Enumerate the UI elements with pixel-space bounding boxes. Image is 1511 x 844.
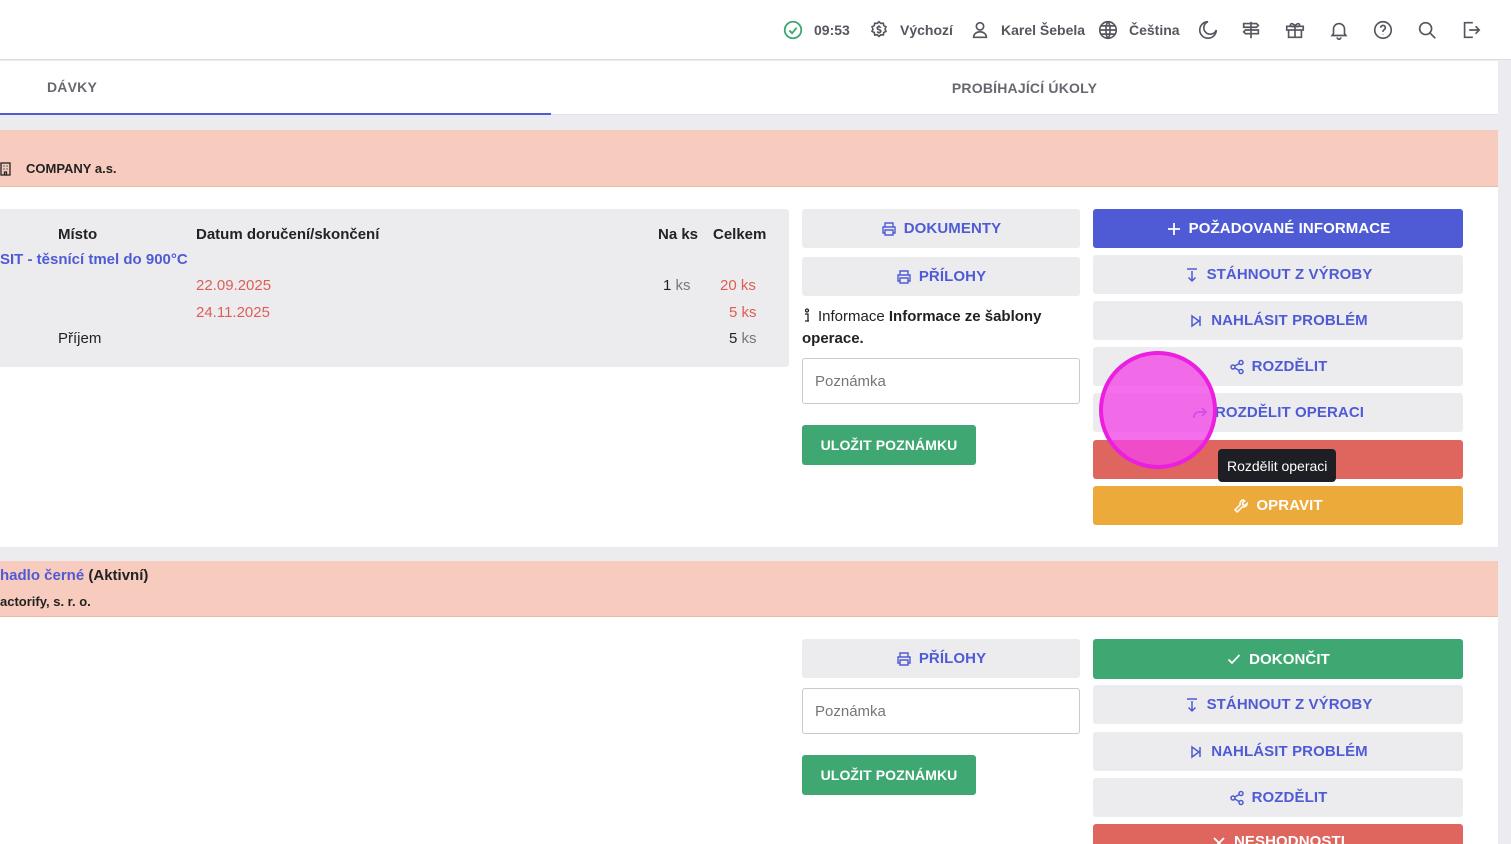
batch-card: hadlo černé (Aktivní) actorify, s. r. o.…	[0, 561, 1498, 844]
report-problem-button[interactable]: NAHLÁSIT PROBLÉM	[1093, 732, 1463, 771]
dark-mode-toggle[interactable]	[1197, 18, 1219, 42]
note-input[interactable]	[802, 358, 1080, 404]
column-header-place: Místo	[58, 226, 98, 243]
bell-icon	[1330, 22, 1348, 40]
company-info: COMPANY a.s.	[0, 161, 117, 176]
pull-from-production-button[interactable]: STÁHNOUT Z VÝROBY	[1093, 685, 1463, 724]
finish-button[interactable]: DOKONČIT	[1093, 639, 1463, 679]
discrepancies-button[interactable]: NESHODNOSTI	[1093, 824, 1463, 844]
note-input[interactable]	[802, 688, 1080, 734]
check-icon	[1227, 654, 1241, 665]
language-label: Čeština	[1129, 22, 1180, 38]
place-value: Příjem	[58, 330, 102, 347]
help-icon	[1373, 20, 1393, 40]
attachments-button[interactable]: PŘÍLOHY	[802, 257, 1080, 296]
batch-card-header: COMPANY a.s.	[0, 130, 1498, 187]
delivery-date: 22.09.2025	[196, 277, 272, 294]
tab-running-tasks-label: PROBÍHAJÍCÍ ÚKOLY	[951, 80, 1098, 96]
signpost-icon	[1242, 21, 1260, 39]
documents-button[interactable]: DOKUMENTY	[802, 209, 1080, 248]
company-name: actorify, s. r. o.	[0, 594, 91, 609]
globe-icon	[1098, 20, 1118, 40]
column-header-per-piece: Na ks	[658, 226, 699, 243]
currency-selector[interactable]: Výchozí	[868, 18, 953, 42]
info-icon	[804, 308, 810, 322]
required-info-button[interactable]: POŽADOVANÉ INFORMACE	[1093, 209, 1463, 248]
fix-button[interactable]: OPRAVIT	[1093, 486, 1463, 525]
share-icon	[1229, 790, 1244, 805]
clock-time: 09:53	[814, 22, 850, 38]
user-icon	[972, 21, 988, 39]
operation-info: Informace Informace ze šablony operace.	[802, 306, 1072, 350]
moon-icon	[1198, 20, 1218, 40]
language-selector[interactable]: Čeština	[1097, 18, 1180, 42]
check-circle-icon	[783, 20, 803, 40]
dollar-icon	[870, 20, 888, 38]
printer-icon	[897, 651, 911, 666]
product-link[interactable]: hadlo černé	[0, 567, 84, 584]
tab-bar: DÁVKY PROBÍHAJÍCÍ ÚKOLY	[0, 61, 1498, 115]
notifications-button[interactable]	[1328, 18, 1350, 42]
user-menu[interactable]: Karel Šebela	[969, 18, 1085, 42]
batch-card: COMPANY a.s. Místo Datum doručení/skonče…	[0, 130, 1498, 547]
building-icon	[0, 161, 11, 176]
wrench-icon	[1234, 498, 1249, 513]
save-note-button[interactable]: ULOŽIT POZNÁMKU	[802, 425, 976, 465]
split-button[interactable]: ROZDĚLIT	[1093, 778, 1463, 817]
batch-table: Místo Datum doručení/skončení Na ks Celk…	[0, 209, 789, 367]
per-piece-value: 1 ks	[663, 277, 691, 294]
total-value: 5 ks	[729, 330, 757, 347]
arrow-down-to-line-icon	[1186, 267, 1197, 282]
tooltip: Rozdělit operaci	[1218, 449, 1337, 482]
status-indicator: 09:53	[782, 18, 850, 42]
roadmap-button[interactable]	[1240, 18, 1262, 42]
product-title: hadlo černé (Aktivní)	[0, 567, 148, 584]
search-button[interactable]	[1416, 18, 1438, 42]
gift-button[interactable]	[1284, 18, 1306, 42]
skip-forward-icon	[1191, 745, 1201, 758]
batch-card-header: hadlo černé (Aktivní) actorify, s. r. o.	[0, 561, 1498, 617]
close-icon	[1213, 837, 1225, 844]
skip-forward-icon	[1191, 314, 1201, 327]
search-icon	[1418, 21, 1436, 39]
logout-icon	[1463, 21, 1481, 39]
attachments-button[interactable]: PŘÍLOHY	[802, 639, 1080, 678]
printer-icon	[897, 269, 911, 284]
info-label: Informace	[818, 308, 885, 325]
tab-batches[interactable]: DÁVKY	[0, 61, 551, 115]
gift-icon	[1285, 22, 1305, 39]
pull-from-production-button[interactable]: STÁHNOUT Z VÝROBY	[1093, 255, 1463, 294]
tab-running-tasks[interactable]: PROBÍHAJÍCÍ ÚKOLY	[551, 61, 1498, 115]
product-status: (Aktivní)	[88, 567, 149, 584]
report-problem-button[interactable]: NAHLÁSIT PROBLÉM	[1093, 301, 1463, 340]
printer-icon	[882, 221, 896, 236]
share-icon	[1229, 359, 1244, 374]
column-header-date: Datum doručení/skončení	[196, 226, 380, 243]
arrow-down-to-line-icon	[1186, 697, 1197, 712]
tab-batches-label: DÁVKY	[47, 79, 98, 95]
save-note-button[interactable]: ULOŽIT POZNÁMKU	[802, 755, 976, 795]
company-name: COMPANY a.s.	[26, 161, 117, 176]
logout-button[interactable]	[1460, 18, 1482, 42]
end-date: 24.11.2025	[196, 304, 270, 321]
help-button[interactable]	[1372, 18, 1394, 42]
product-link[interactable]: SIT - těsnící tmel do 900°C	[0, 251, 188, 268]
column-header-total: Celkem	[713, 226, 767, 243]
total-value: 5 ks	[729, 304, 757, 321]
user-name: Karel Šebela	[1001, 22, 1086, 38]
top-bar: 09:53 Výchozí Karel Šebela Čeština	[0, 0, 1511, 60]
currency-label: Výchozí	[900, 22, 953, 38]
total-value: 20 ks	[720, 277, 756, 294]
click-indicator	[1099, 351, 1217, 469]
plus-icon	[1167, 222, 1180, 235]
